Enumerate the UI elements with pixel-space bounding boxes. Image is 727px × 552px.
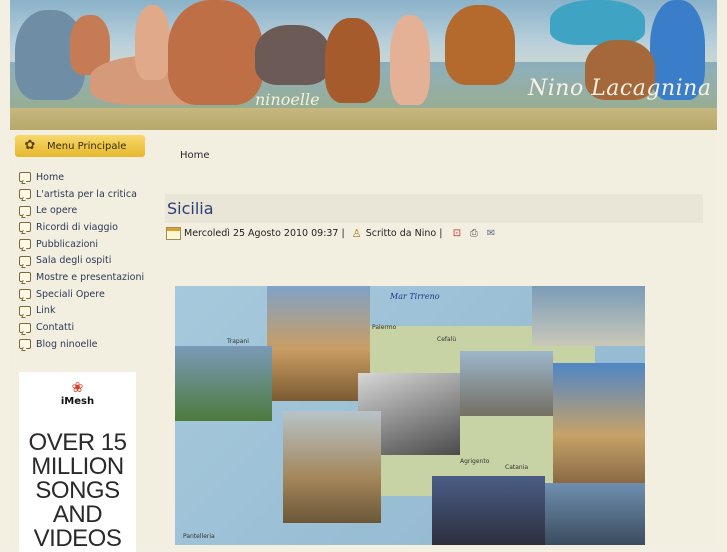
monument-photo	[553, 363, 645, 483]
sicily-collage-image: Mar Tirreno Trapani Palermo Cefalù Catan…	[175, 286, 645, 545]
speech-bubble-icon	[19, 222, 31, 233]
imesh-logo-icon: ❀	[71, 380, 84, 396]
menu-item-label: Contatti	[36, 322, 75, 334]
article-title: Sicilia	[167, 199, 214, 218]
map-label: Mar Tirreno	[390, 292, 440, 301]
cathedral-photo	[267, 286, 370, 401]
print-icon[interactable]: ⎙	[468, 228, 479, 239]
meta-separator: |	[341, 228, 345, 239]
menu-item-mostre[interactable]: Mostre e presentazioni	[19, 269, 145, 286]
map-label: Cefalù	[437, 336, 457, 343]
flower-icon: ✿	[24, 138, 36, 153]
menu-item-label: Pubblicazioni	[36, 238, 99, 250]
speech-bubble-icon	[19, 255, 31, 266]
castle-photo	[460, 351, 553, 416]
pdf-icon[interactable]: ⊡	[451, 228, 462, 239]
menu-item-home[interactable]: Home	[19, 169, 145, 186]
imesh-ad-banner[interactable]: ❀ iMesh OVER 15 MILLION SONGS AND VIDEOS	[19, 372, 136, 552]
menu-item-blog[interactable]: Blog ninoelle	[19, 336, 145, 353]
menu-item-pubblicazioni[interactable]: Pubblicazioni	[19, 236, 145, 253]
banner-face-sculpture	[168, 0, 263, 105]
speech-bubble-icon	[19, 289, 31, 300]
menu-item-le-opere[interactable]: Le opere	[19, 202, 145, 219]
banner-woman-sculpture	[390, 15, 430, 105]
ad-headline-line: SONGS	[35, 477, 120, 504]
banner-standing-sculpture	[135, 5, 170, 80]
palm-garden-photo	[175, 346, 272, 421]
map-label: Catania	[505, 464, 529, 471]
menu-item-label: Speciali Opere	[36, 288, 105, 300]
speech-bubble-icon	[19, 172, 31, 183]
speech-bubble-icon	[19, 239, 31, 250]
menu-item-label: Ricordi di viaggio	[36, 221, 118, 233]
menu-item-label: L'artista per la critica	[36, 188, 137, 200]
ad-headline: OVER 15 MILLION SONGS AND VIDEOS	[19, 431, 136, 551]
speech-bubble-icon	[19, 322, 31, 333]
ad-headline-line: MILLION	[31, 453, 124, 480]
main-menu: Home L'artista per la critica Le opere R…	[15, 169, 145, 353]
banner-ceramic-sculpture	[550, 0, 645, 45]
map-label: Pantelleria	[183, 533, 215, 540]
menu-item-label: Sala degli ospiti	[36, 255, 112, 267]
speech-bubble-icon	[19, 189, 31, 200]
speech-bubble-icon	[19, 205, 31, 216]
author-name: Nino Lacagnina	[528, 76, 712, 101]
speech-bubble-icon	[19, 339, 31, 350]
article-title-bar: Sicilia	[165, 194, 703, 223]
harbor-photo	[545, 483, 645, 545]
article-author: Scritto da Nino	[365, 228, 437, 239]
meta-separator: |	[439, 228, 443, 239]
map-label: Agrigento	[460, 458, 490, 465]
banner-boat-sculpture	[255, 25, 330, 85]
sidebar: ✿ Menu Principale Home L'artista per la …	[15, 135, 145, 353]
menu-item-artista-critica[interactable]: L'artista per la critica	[19, 186, 145, 203]
menu-item-label: Le opere	[36, 205, 78, 217]
banner-strip	[10, 108, 717, 130]
user-icon: ♙	[351, 226, 362, 240]
menu-item-ricordi-viaggio[interactable]: Ricordi di viaggio	[19, 219, 145, 236]
map-label: Palermo	[372, 324, 397, 331]
night-city-photo	[432, 476, 545, 545]
ad-headline-line: VIDEOS	[33, 525, 122, 552]
menu-item-label: Home	[36, 171, 65, 183]
menu-item-link[interactable]: Link	[19, 303, 145, 320]
page-margin	[0, 0, 10, 130]
menu-item-speciali-opere[interactable]: Speciali Opere	[19, 286, 145, 303]
menu-item-label: Blog ninoelle	[36, 338, 98, 350]
ad-brand: iMesh	[60, 396, 95, 407]
ad-headline-line: AND	[52, 501, 103, 528]
email-icon[interactable]: ✉	[485, 228, 496, 239]
map-label: Trapani	[227, 338, 249, 345]
coast-photo-top-right	[532, 286, 645, 346]
speech-bubble-icon	[19, 272, 31, 283]
temple-photo	[283, 411, 381, 523]
menu-title: Menu Principale	[47, 140, 127, 152]
site-name: ninoelle	[255, 90, 320, 109]
banner-deer-sculpture	[445, 5, 515, 85]
ad-headline-line: OVER 15	[28, 429, 127, 456]
menu-item-label: Link	[36, 305, 56, 317]
article-meta: Mercoledì 25 Agosto 2010 09:37 | ♙ Scrit…	[166, 227, 496, 240]
menu-header: ✿ Menu Principale	[15, 135, 145, 157]
speech-bubble-icon	[19, 305, 31, 316]
menu-item-label: Mostre e presentazioni	[36, 271, 145, 283]
calendar-icon	[166, 227, 181, 240]
article-date: Mercoledì 25 Agosto 2010 09:37	[184, 228, 339, 239]
breadcrumb-home[interactable]: Home	[180, 150, 210, 161]
menu-item-sala-ospiti[interactable]: Sala degli ospiti	[19, 252, 145, 269]
breadcrumb: Home	[180, 150, 210, 161]
banner-head-sculpture	[325, 18, 380, 103]
menu-item-contatti[interactable]: Contatti	[19, 319, 145, 336]
